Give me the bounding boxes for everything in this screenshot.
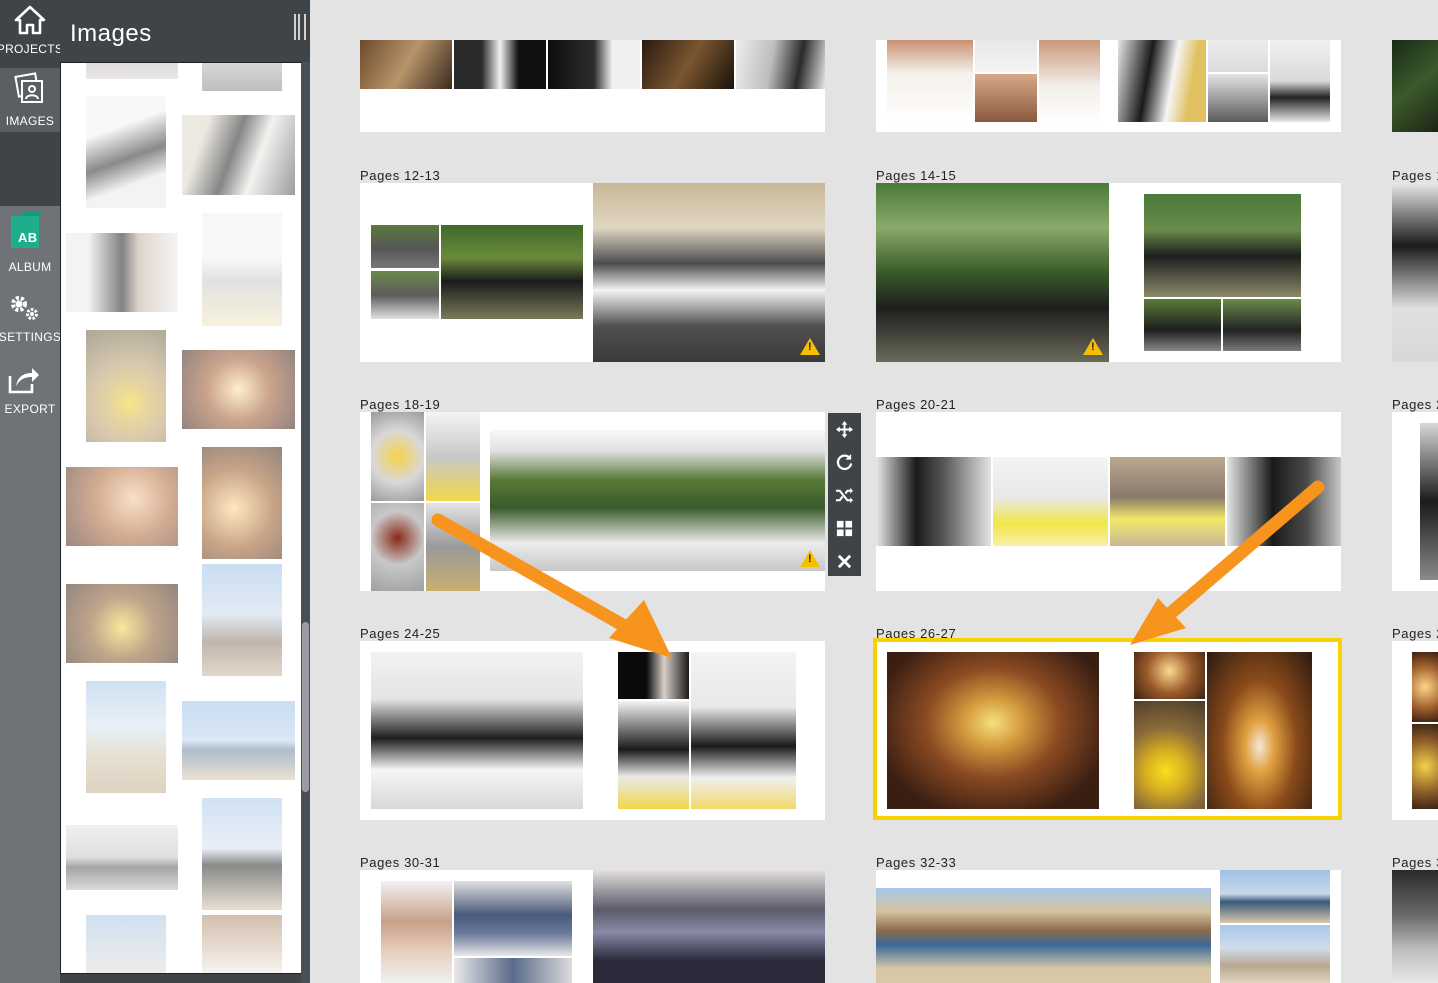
annotation-arrow-left bbox=[431, 513, 635, 635]
annotation-arrow-right bbox=[1165, 480, 1325, 619]
annotation-arrows bbox=[431, 480, 1325, 658]
annotation-arrowhead-left bbox=[609, 600, 672, 658]
